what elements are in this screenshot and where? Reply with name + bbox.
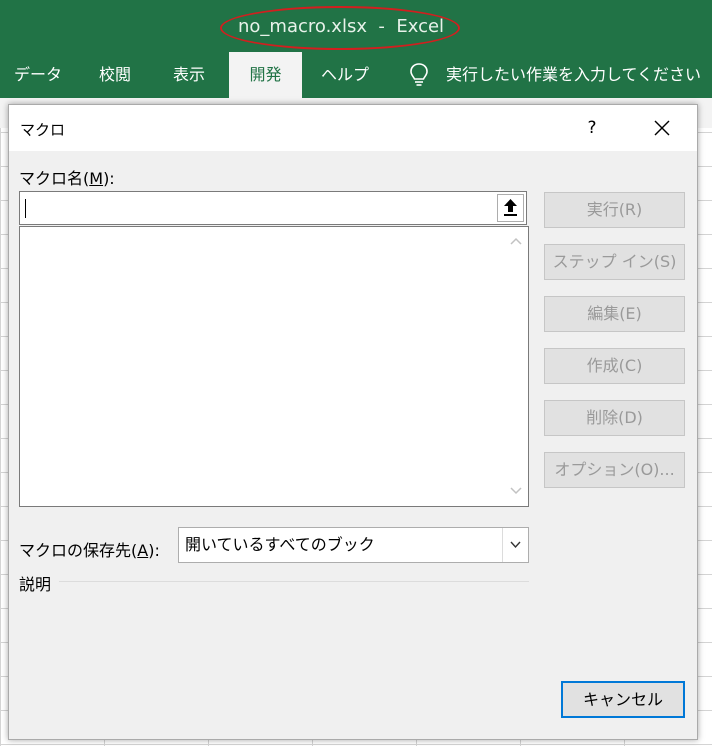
description-divider (59, 581, 529, 582)
tab-review[interactable]: 校閲 (86, 52, 144, 98)
step-in-button[interactable]: ステップ イン(S) (544, 244, 685, 280)
close-icon[interactable] (647, 113, 677, 143)
dialog-title: マクロ (20, 121, 66, 139)
delete-button[interactable]: 削除(D) (544, 400, 685, 436)
dropdown-button[interactable] (502, 528, 528, 562)
create-button[interactable]: 作成(C) (544, 348, 685, 384)
chevron-up-icon[interactable] (508, 233, 524, 249)
tab-developer[interactable]: 開発 (229, 52, 302, 98)
upload-arrow-icon (504, 199, 517, 216)
macro-dialog: マクロ ? マクロ名(M): 実行(R) ステップ イン(S) 編集(E) 作成… (8, 104, 698, 740)
options-button[interactable]: オプション(O)... (544, 452, 685, 488)
chevron-down-icon[interactable] (508, 483, 524, 499)
title-bar: no_macro.xlsx - Excel (0, 0, 712, 52)
macro-name-input[interactable] (19, 191, 527, 225)
lightbulb-icon[interactable] (408, 62, 430, 88)
tab-view[interactable]: 表示 (160, 52, 218, 98)
macro-list[interactable] (19, 226, 529, 507)
edit-button[interactable]: 編集(E) (544, 296, 685, 332)
macro-location-label: マクロの保存先(A): (19, 541, 160, 560)
collapse-dialog-button[interactable] (497, 194, 524, 222)
macro-location-select[interactable]: 開いているすべてのブック (178, 527, 529, 563)
description-label: 説明 (19, 575, 52, 594)
cancel-button[interactable]: キャンセル (561, 681, 685, 718)
annotation-circle (220, 6, 460, 50)
macro-name-label: マクロ名(M): (19, 169, 115, 188)
help-button[interactable]: ? (577, 113, 607, 143)
dialog-title-bar: マクロ ? (9, 105, 697, 151)
tell-me-box[interactable]: 実行したい作業を入力してください (446, 52, 701, 98)
text-caret (25, 199, 26, 218)
tab-help[interactable]: ヘルプ (312, 52, 378, 98)
tab-data[interactable]: データ (8, 52, 68, 98)
macro-list-scrollbar[interactable] (504, 227, 528, 506)
chevron-down-icon (510, 541, 521, 549)
macro-location-value: 開いているすべてのブック (185, 535, 375, 554)
run-button[interactable]: 実行(R) (544, 192, 685, 228)
